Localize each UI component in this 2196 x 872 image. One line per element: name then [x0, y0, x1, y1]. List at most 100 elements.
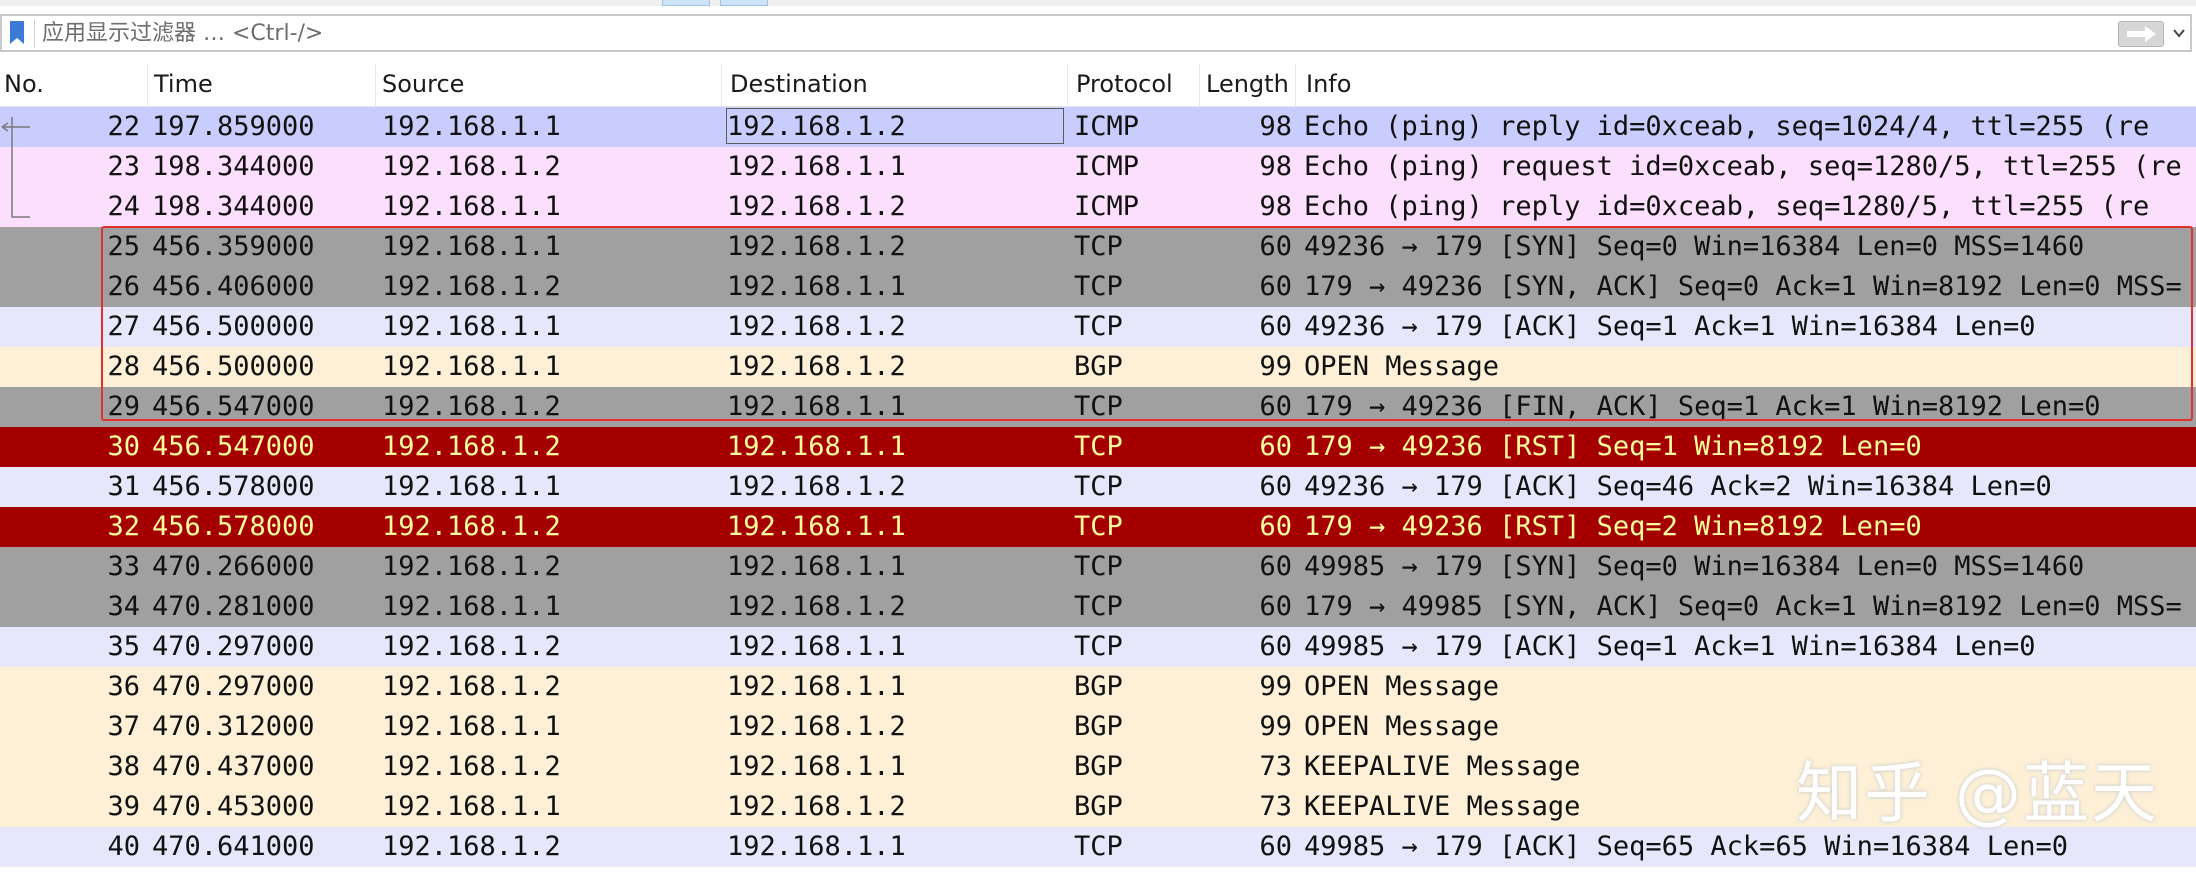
- cell-destination: 192.168.1.1: [727, 831, 906, 862]
- packet-row[interactable]: 23 198.344000 192.168.1.2 192.168.1.1 ICMP 98…: [0, 147, 2196, 187]
- cell-source: 192.168.1.1: [382, 471, 561, 502]
- packet-row[interactable]: 32 456.578000 192.168.1.2 192.168.1.1 TCP 60 1…: [0, 507, 2196, 547]
- cell-source: 192.168.1.2: [382, 551, 561, 582]
- cell-time: 198.344000: [152, 191, 315, 222]
- packet-row[interactable]: 29 456.547000 192.168.1.2 192.168.1.1 TCP 60 1…: [0, 387, 2196, 427]
- cell-source: 192.168.1.2: [382, 271, 561, 302]
- cell-no: 25: [107, 231, 140, 262]
- apply-filter-button[interactable]: [2118, 21, 2164, 47]
- cell-source: 192.168.1.1: [382, 711, 561, 742]
- cell-destination: 192.168.1.1: [727, 751, 906, 782]
- cell-time: 456.406000: [152, 271, 315, 302]
- cell-length: 60: [1259, 311, 1292, 342]
- column-header-length[interactable]: Length: [1200, 64, 1296, 106]
- cell-no: 38: [107, 751, 140, 782]
- cell-source: 192.168.1.1: [382, 791, 561, 822]
- cell-protocol: TCP: [1074, 511, 1123, 542]
- cell-time: 470.437000: [152, 751, 315, 782]
- cell-protocol: BGP: [1074, 671, 1123, 702]
- bookmark-icon[interactable]: [8, 20, 26, 46]
- cell-time: 456.500000: [152, 311, 315, 342]
- column-header-no[interactable]: No.: [0, 64, 148, 106]
- cell-info: 179 → 49236 [RST] Seq=1 Win=8192 Len=0: [1304, 431, 1922, 462]
- cell-length: 60: [1259, 511, 1292, 542]
- column-header-source[interactable]: Source: [376, 64, 722, 106]
- cell-time: 470.453000: [152, 791, 315, 822]
- cell-destination: 192.168.1.1: [727, 391, 906, 422]
- column-header-time[interactable]: Time: [148, 64, 376, 106]
- cell-no: 27: [107, 311, 140, 342]
- packet-row[interactable]: 25 456.359000 192.168.1.1 192.168.1.2 TCP 60 4…: [0, 227, 2196, 267]
- cell-length: 60: [1259, 471, 1292, 502]
- toolbar-button[interactable]: [720, 0, 768, 6]
- packet-row[interactable]: 35 470.297000 192.168.1.2 192.168.1.1 TCP 60 4…: [0, 627, 2196, 667]
- cell-length: 60: [1259, 631, 1292, 662]
- cell-no: 26: [107, 271, 140, 302]
- cell-destination: 192.168.1.1: [727, 551, 906, 582]
- packet-row[interactable]: 27 456.500000 192.168.1.1 192.168.1.2 TCP 60 4…: [0, 307, 2196, 347]
- toolbar-strip: [0, 0, 2196, 6]
- cell-length: 99: [1259, 671, 1292, 702]
- cell-time: 470.641000: [152, 831, 315, 862]
- cell-protocol: TCP: [1074, 551, 1123, 582]
- cell-source: 192.168.1.1: [382, 311, 561, 342]
- packet-row[interactable]: 24 198.344000 192.168.1.1 192.168.1.2 ICMP 98…: [0, 187, 2196, 227]
- cell-source: 192.168.1.2: [382, 671, 561, 702]
- cell-destination: 192.168.1.1: [727, 271, 906, 302]
- cell-length: 60: [1259, 271, 1292, 302]
- cell-info: 179 → 49236 [RST] Seq=2 Win=8192 Len=0: [1304, 511, 1922, 542]
- cell-length: 60: [1259, 391, 1292, 422]
- cell-info: Echo (ping) reply id=0xceab, seq=1024/4,…: [1304, 111, 2150, 142]
- cell-time: 470.266000: [152, 551, 315, 582]
- packet-row[interactable]: 28 456.500000 192.168.1.1 192.168.1.2 BGP 99 O…: [0, 347, 2196, 387]
- cell-info: KEEPALIVE Message: [1304, 791, 1581, 822]
- column-header-info[interactable]: Info: [1296, 64, 2196, 106]
- cell-source: 192.168.1.1: [382, 111, 561, 142]
- packet-list-header: No. Time Source Destination Protocol Len…: [0, 64, 2196, 107]
- cell-protocol: TCP: [1074, 431, 1123, 462]
- cell-info: OPEN Message: [1304, 351, 1500, 382]
- cell-length: 99: [1259, 351, 1292, 382]
- packet-row[interactable]: 31 456.578000 192.168.1.1 192.168.1.2 TCP 60 4…: [0, 467, 2196, 507]
- display-filter-bar: [0, 14, 2192, 52]
- cell-time: 470.297000: [152, 671, 315, 702]
- cell-no: 33: [107, 551, 140, 582]
- column-header-destination[interactable]: Destination: [722, 64, 1068, 106]
- cell-no: 37: [107, 711, 140, 742]
- cell-protocol: TCP: [1074, 311, 1123, 342]
- packet-row[interactable]: 34 470.281000 192.168.1.1 192.168.1.2 TCP 60 1…: [0, 587, 2196, 627]
- cell-info: Echo (ping) reply id=0xceab, seq=1280/5,…: [1304, 191, 2150, 222]
- cell-no: 32: [107, 511, 140, 542]
- packet-row[interactable]: 30 456.547000 192.168.1.2 192.168.1.1 TCP 60 1…: [0, 427, 2196, 467]
- cell-source: 192.168.1.2: [382, 431, 561, 462]
- cell-info: KEEPALIVE Message: [1304, 751, 1581, 782]
- cell-protocol: ICMP: [1074, 191, 1140, 222]
- display-filter-input[interactable]: [42, 18, 2102, 48]
- cell-length: 60: [1259, 231, 1292, 262]
- arrow-right-icon: [2127, 26, 2156, 42]
- cell-protocol: BGP: [1074, 351, 1123, 382]
- cell-time: 456.578000: [152, 511, 315, 542]
- packet-row[interactable]: 26 456.406000 192.168.1.2 192.168.1.1 TCP 60 1…: [0, 267, 2196, 307]
- cell-protocol: TCP: [1074, 831, 1123, 862]
- cell-length: 60: [1259, 551, 1292, 582]
- cell-protocol: TCP: [1074, 391, 1123, 422]
- cell-no: 30: [107, 431, 140, 462]
- packet-row[interactable]: 36 470.297000 192.168.1.2 192.168.1.1 BGP 99 O…: [0, 667, 2196, 707]
- packet-row[interactable]: 22 197.859000 192.168.1.1 192.168.1.2 ICMP 98…: [0, 107, 2196, 147]
- cell-source: 192.168.1.1: [382, 351, 561, 382]
- cell-time: 456.578000: [152, 471, 315, 502]
- cell-length: 98: [1259, 151, 1292, 182]
- cell-source: 192.168.1.2: [382, 751, 561, 782]
- cell-info: 49985 → 179 [ACK] Seq=1 Ack=1 Win=16384 …: [1304, 631, 2036, 662]
- column-header-protocol[interactable]: Protocol: [1068, 64, 1200, 106]
- cell-info: Echo (ping) request id=0xceab, seq=1280/…: [1304, 151, 2182, 182]
- cell-source: 192.168.1.2: [382, 391, 561, 422]
- cell-length: 60: [1259, 831, 1292, 862]
- cell-length: 73: [1259, 751, 1292, 782]
- cell-time: 470.312000: [152, 711, 315, 742]
- toolbar-button[interactable]: [662, 0, 710, 6]
- packet-row[interactable]: 33 470.266000 192.168.1.2 192.168.1.1 TCP 60 4…: [0, 547, 2196, 587]
- cell-source: 192.168.1.1: [382, 191, 561, 222]
- chevron-down-icon[interactable]: [2172, 26, 2186, 40]
